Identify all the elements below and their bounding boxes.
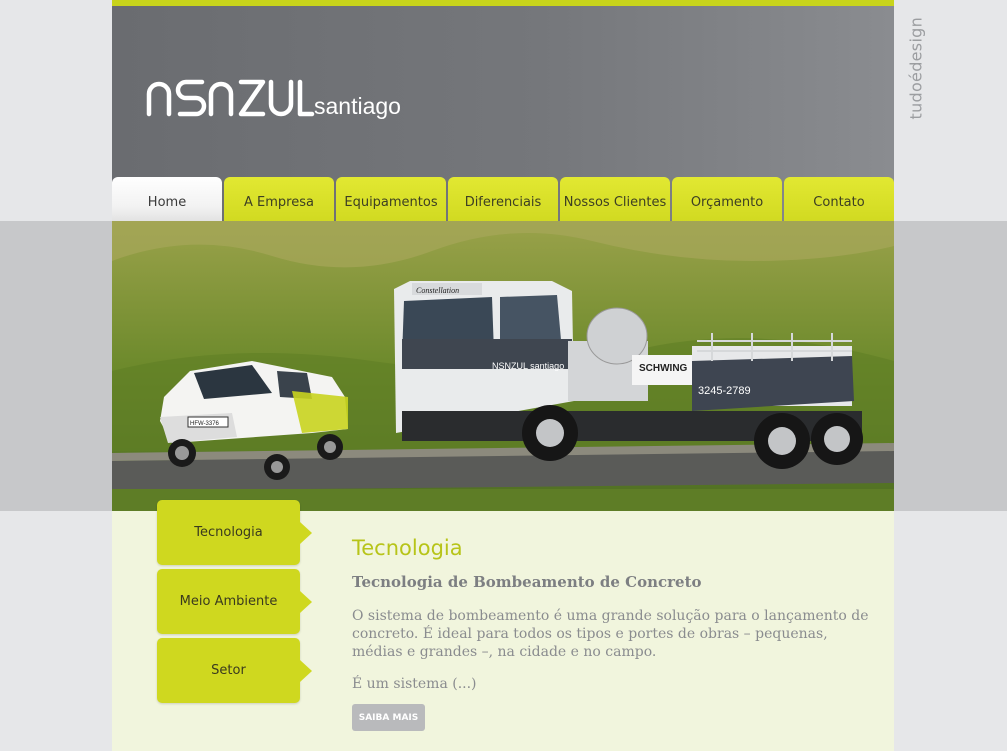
truck-cab-label: Constellation	[416, 286, 459, 295]
nav-item-diferenciais[interactable]: Diferenciais	[448, 177, 558, 227]
car-plate: HFW-3376	[190, 421, 220, 427]
logo-sub: santiago	[314, 93, 401, 119]
content-more-text: É um sistema (...)	[352, 676, 477, 692]
content-subtitle: Tecnologia de Bombeamento de Concreto	[352, 573, 702, 591]
nav-item-nossos-clientes[interactable]: Nossos Clientes	[560, 177, 670, 227]
truck-logo: NSNZUL santiago	[492, 361, 564, 371]
content-paragraph: O sistema de bombeamento é uma grande so…	[352, 608, 869, 660]
nav-item-home[interactable]: Home	[112, 177, 222, 227]
credit-text: tudoédesign	[906, 16, 926, 120]
nav-item-orçamento[interactable]: Orçamento	[672, 177, 782, 227]
nav-item-contato[interactable]: Contato	[784, 177, 894, 227]
designer-credit[interactable]: tudoédesign	[894, 16, 934, 120]
content-title: Tecnologia	[352, 536, 463, 560]
side-tab-setor[interactable]: Setor	[157, 638, 312, 703]
page: santiago Home A Empresa Equipamentos Difere…	[112, 0, 894, 751]
hero-image: HFW-3376 Constellation NSNZUL santiago S…	[112, 221, 894, 511]
logo-mark: santiago	[146, 79, 401, 119]
nav-item-a-empresa[interactable]: A Empresa	[224, 177, 334, 227]
nav-item-equipamentos[interactable]: Equipamentos	[336, 177, 446, 227]
side-tab-tecnologia[interactable]: Tecnologia	[157, 500, 312, 565]
header: santiago Home A Empresa Equipamentos Difere…	[112, 6, 894, 227]
saiba-mais-button[interactable]: SAIBA MAIS	[352, 704, 425, 731]
main-nav: Home A Empresa Equipamentos Diferenciais Nos…	[112, 177, 894, 227]
truck-phone: 3245-2789	[698, 385, 751, 397]
side-tab-meio-ambiente[interactable]: Meio Ambiente	[157, 569, 312, 634]
logo[interactable]: santiago	[146, 76, 416, 126]
truck-brand: SCHWING	[639, 363, 688, 374]
